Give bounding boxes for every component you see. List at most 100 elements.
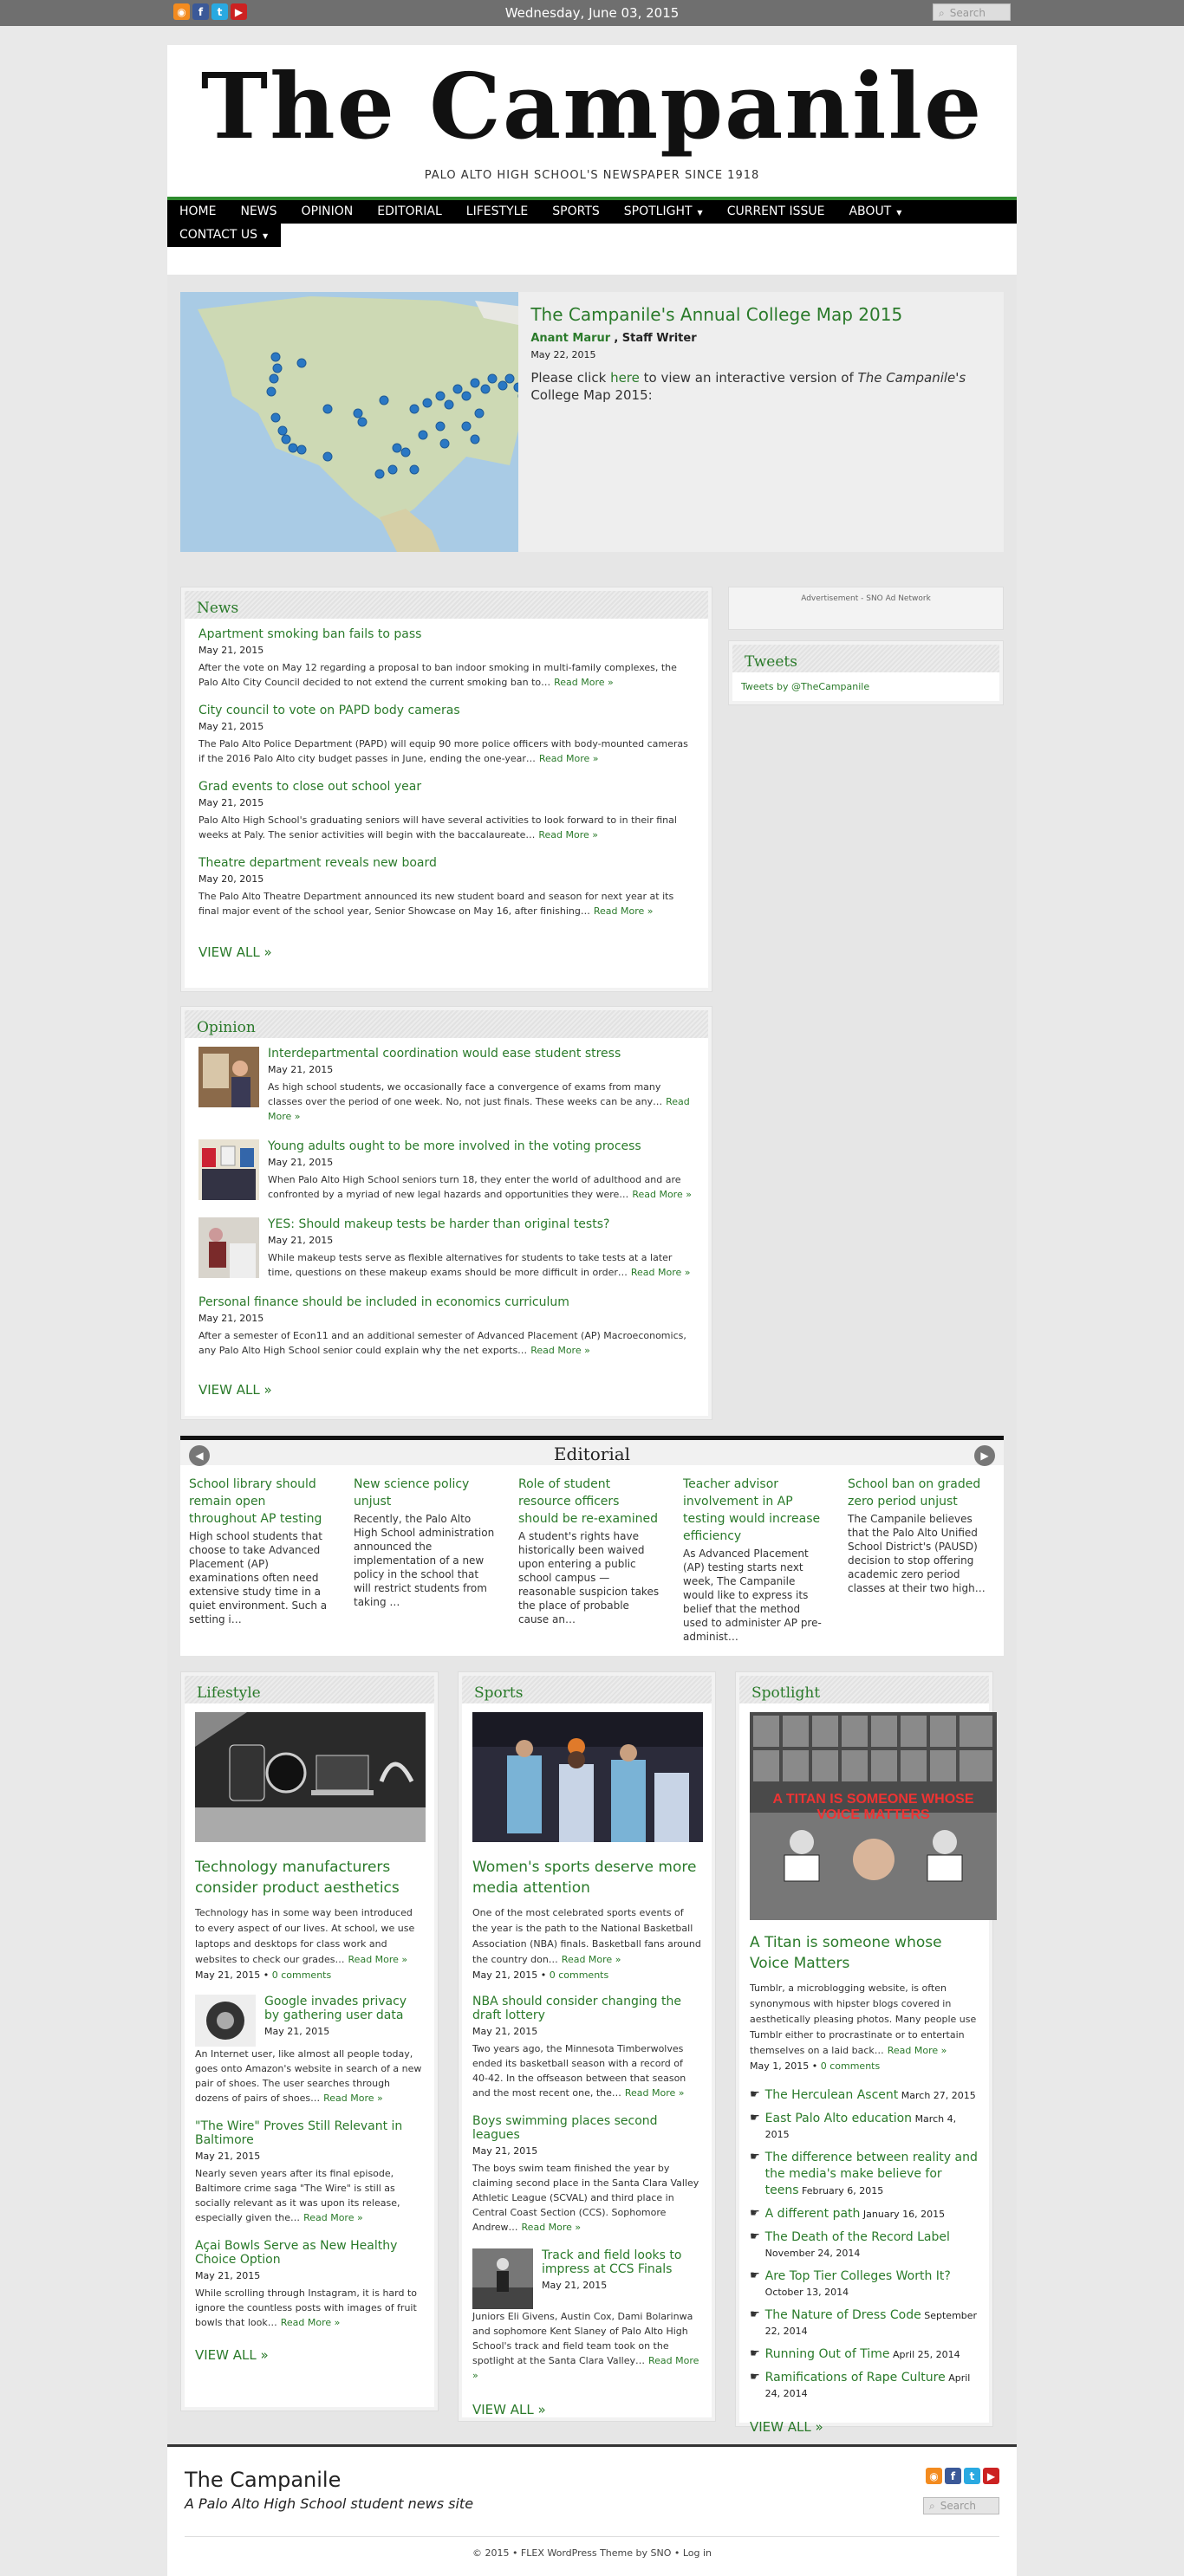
article-title[interactable]: A different path: [765, 2207, 861, 2221]
editorial-title[interactable]: Editorial: [554, 1444, 630, 1464]
lead-excerpt: Tumblr, a microblogging website, is ofte…: [750, 1981, 979, 2059]
article-thumbnail[interactable]: [198, 1217, 259, 1278]
editorial-item-title[interactable]: School ban on graded zero period unjust: [848, 1476, 990, 1510]
spotlight-lead-image[interactable]: A TITAN IS SOMEONE WHOSE VOICE MATTERS: [750, 1712, 997, 1920]
read-more-link[interactable]: Read More »: [281, 2317, 341, 2328]
lead-title[interactable]: Women's sports deserve more media attent…: [472, 1857, 701, 1898]
comments-link[interactable]: 0 comments: [272, 1969, 332, 1981]
byline: Anant Marur , Staff Writer: [530, 332, 992, 345]
carousel-prev-icon[interactable]: ◀: [189, 1445, 210, 1466]
youtube-icon[interactable]: ▶: [983, 2468, 999, 2484]
nav-editorial[interactable]: EDITORIAL: [365, 200, 454, 224]
article-thumbnail[interactable]: [198, 1139, 259, 1200]
read-more-link[interactable]: Read More »: [348, 1954, 408, 1965]
lead-title[interactable]: Technology manufacturers consider produc…: [195, 1857, 424, 1898]
article-title[interactable]: Boys swimming places second leagues: [472, 2114, 701, 2142]
rss-icon[interactable]: ◉: [926, 2468, 942, 2484]
lead-meta: May 21, 2015 • 0 comments: [195, 1969, 424, 1981]
nav-lifestyle[interactable]: LIFESTYLE: [454, 200, 540, 224]
article-title[interactable]: NBA should consider changing the draft l…: [472, 1995, 701, 2022]
article-title[interactable]: The Nature of Dress Code: [765, 2308, 921, 2322]
facebook-icon[interactable]: f: [945, 2468, 961, 2484]
section-header[interactable]: Sports: [462, 1676, 712, 1703]
read-more-link[interactable]: Read More »: [594, 905, 654, 917]
author-link[interactable]: Anant Marur: [530, 332, 610, 345]
read-more-link[interactable]: Read More »: [530, 1345, 590, 1356]
article-title[interactable]: Açai Bowls Serve as New Healthy Choice O…: [195, 2239, 424, 2267]
comments-link[interactable]: 0 comments: [821, 2060, 881, 2072]
read-more-link[interactable]: Read More »: [538, 829, 598, 840]
article-title[interactable]: YES: Should makeup tests be harder than …: [268, 1217, 694, 1231]
footer-search-input[interactable]: ⌕ Search: [923, 2497, 999, 2514]
read-more-link[interactable]: Read More »: [631, 1267, 691, 1278]
article-title[interactable]: Running Out of Time: [765, 2347, 890, 2361]
editorial-item-excerpt: The Campanile believes that the Palo Alt…: [848, 1512, 990, 1595]
read-more-link[interactable]: Read More »: [522, 2222, 582, 2233]
article-title[interactable]: The Death of the Record Label: [765, 2230, 950, 2244]
read-more-link[interactable]: Read More »: [554, 677, 614, 688]
sports-lead-image[interactable]: [472, 1712, 703, 1842]
top-search-input[interactable]: ⌕ Search: [933, 3, 1011, 21]
read-more-link[interactable]: Read More »: [888, 2045, 947, 2056]
twitter-icon[interactable]: t: [964, 2468, 980, 2484]
lifestyle-lead-image[interactable]: [195, 1712, 426, 1842]
article-thumbnail[interactable]: [198, 1047, 259, 1107]
tweets-link[interactable]: Tweets by @TheCampanile: [741, 681, 869, 692]
section-header[interactable]: News: [185, 591, 708, 619]
nav-contact[interactable]: CONTACT US▼: [167, 224, 280, 247]
list-item: YES: Should makeup tests be harder than …: [198, 1217, 694, 1280]
read-more-link[interactable]: Read More »: [632, 1189, 692, 1200]
article-title[interactable]: East Palo Alto education: [765, 2112, 912, 2125]
article-title[interactable]: Personal finance should be included in e…: [198, 1295, 694, 1309]
nav-opinion[interactable]: OPINION: [289, 200, 366, 224]
article-thumbnail[interactable]: [195, 1995, 256, 2047]
view-all-lifestyle-link[interactable]: VIEW ALL »: [195, 2347, 424, 2363]
article-title[interactable]: Interdepartmental coordination would eas…: [268, 1047, 694, 1061]
section-header[interactable]: Lifestyle: [185, 1676, 434, 1703]
view-all-spotlight-link[interactable]: VIEW ALL »: [750, 2419, 979, 2435]
nav-about[interactable]: ABOUT▼: [836, 200, 914, 224]
article-title[interactable]: "The Wire" Proves Still Relevant in Balt…: [195, 2119, 424, 2147]
read-more-link[interactable]: Read More »: [625, 2087, 685, 2099]
article-title[interactable]: Track and field looks to impress at CCS …: [542, 2248, 701, 2276]
nav-current-issue[interactable]: CURRENT ISSUE: [715, 200, 837, 224]
site-logo[interactable]: The Campanile: [167, 52, 1017, 160]
article-title[interactable]: Young adults ought to be more involved i…: [268, 1139, 694, 1153]
article-title[interactable]: Apartment smoking ban fails to pass: [198, 627, 694, 641]
nav-news[interactable]: NEWS: [228, 200, 289, 224]
article-title[interactable]: Are Top Tier Colleges Worth It?: [765, 2269, 951, 2283]
pointer-icon: ☛: [750, 2229, 760, 2245]
read-more-link[interactable]: Read More »: [303, 2212, 363, 2223]
read-more-link[interactable]: Read More »: [539, 753, 599, 764]
editorial-item-title[interactable]: School library should remain open throug…: [189, 1476, 331, 1528]
interactive-map-link[interactable]: here: [610, 370, 640, 386]
section-header[interactable]: Opinion: [185, 1010, 708, 1038]
section-header[interactable]: Spotlight: [739, 1676, 989, 1703]
read-more-link[interactable]: Read More »: [323, 2093, 383, 2104]
article-title[interactable]: Google invades privacy by gathering user…: [264, 1995, 424, 2022]
nav-home[interactable]: HOME: [167, 200, 228, 224]
article-title[interactable]: The Herculean Ascent: [765, 2088, 899, 2102]
college-map-image[interactable]: [180, 292, 518, 552]
editorial-item-title[interactable]: Teacher advisor involvement in AP testin…: [683, 1476, 825, 1545]
carousel-next-icon[interactable]: ▶: [974, 1445, 995, 1466]
top-bar: ◉ f t ▶ Wednesday, June 03, 2015 ⌕ Searc…: [0, 0, 1184, 26]
nav-sports[interactable]: SPORTS: [540, 200, 612, 224]
nav-spotlight[interactable]: SPOTLIGHT▼: [612, 200, 715, 224]
featured-story-title[interactable]: The Campanile's Annual College Map 2015: [530, 304, 992, 325]
article-title[interactable]: Grad events to close out school year: [198, 780, 694, 794]
comments-link[interactable]: 0 comments: [550, 1969, 609, 1981]
view-all-opinion-link[interactable]: VIEW ALL »: [198, 1382, 694, 1398]
list-item: ☛Ramifications of Rape Culture April 24,…: [750, 2370, 979, 2402]
footer-site-title[interactable]: The Campanile: [185, 2468, 999, 2492]
view-all-news-link[interactable]: VIEW ALL »: [198, 944, 694, 960]
view-all-sports-link[interactable]: VIEW ALL »: [472, 2402, 701, 2417]
read-more-link[interactable]: Read More »: [562, 1954, 621, 1965]
article-title[interactable]: Theatre department reveals new board: [198, 856, 694, 870]
article-title[interactable]: Ramifications of Rape Culture: [765, 2371, 946, 2385]
article-title[interactable]: City council to vote on PAPD body camera…: [198, 704, 694, 717]
editorial-item-title[interactable]: New science policy unjust: [354, 1476, 496, 1510]
lead-title[interactable]: A Titan is someone whose Voice Matters: [750, 1932, 979, 1974]
editorial-item-title[interactable]: Role of student resource officers should…: [518, 1476, 660, 1528]
article-thumbnail[interactable]: [472, 2248, 533, 2309]
